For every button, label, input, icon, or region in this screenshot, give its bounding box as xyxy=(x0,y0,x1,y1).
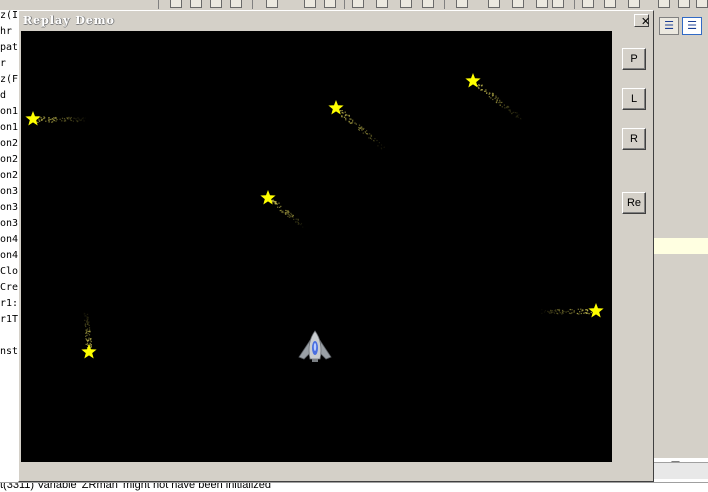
form-icon[interactable] xyxy=(582,0,594,8)
align-left-icon[interactable]: ☰ xyxy=(659,17,679,35)
find-icon[interactable] xyxy=(266,0,278,8)
code-line: on3 xyxy=(0,186,18,197)
code-line: on2 xyxy=(0,154,18,165)
message-bar: t(3311) Variable 'ZRman' might not have … xyxy=(0,482,708,492)
code-line: on4 xyxy=(0,234,18,245)
comet xyxy=(465,73,522,120)
spaceship-icon xyxy=(298,330,332,362)
selected-property-row[interactable] xyxy=(653,238,708,254)
code-line: hr xyxy=(0,26,13,37)
code-line: r1T xyxy=(0,314,18,325)
pause-button[interactable]: P xyxy=(622,48,646,70)
remove-file-icon[interactable] xyxy=(376,0,388,8)
horizontal-scrollbar[interactable] xyxy=(653,462,708,479)
code-line: on1 xyxy=(0,122,18,133)
game-scene xyxy=(21,31,612,462)
code-line: nst xyxy=(0,346,18,357)
stop-icon[interactable] xyxy=(536,0,548,8)
code-line: r xyxy=(0,58,7,69)
comet xyxy=(81,312,97,359)
star-icon xyxy=(25,111,41,126)
ide-right-panel: ☰ ☰ — xyxy=(653,10,708,482)
comet-trail xyxy=(338,110,385,150)
print-icon[interactable] xyxy=(324,0,336,8)
code-line: on1 xyxy=(0,106,18,117)
object-inspector: — xyxy=(653,38,708,479)
code-line: z(I xyxy=(0,10,18,21)
comet-trail xyxy=(270,199,304,228)
code-line: Cre xyxy=(0,282,18,293)
unit-icon[interactable] xyxy=(604,0,616,8)
comet-trail xyxy=(83,312,92,349)
align-center-icon[interactable]: ☰ xyxy=(682,17,702,35)
comet xyxy=(541,303,604,318)
window-titlebar[interactable]: Replay Demo ✕ xyxy=(20,12,652,29)
compiler-warning-text[interactable]: t(3311) Variable 'ZRman' might not have … xyxy=(0,483,271,491)
palette-icon[interactable] xyxy=(658,0,670,8)
code-line: d xyxy=(0,90,7,101)
code-line: on3 xyxy=(0,218,18,229)
star-icon xyxy=(328,100,344,115)
code-line: r1: xyxy=(0,298,18,309)
run-icon[interactable] xyxy=(456,0,468,8)
code-line: z(F xyxy=(0,74,18,85)
format-toolbar: ☰ ☰ xyxy=(653,10,708,39)
left-button[interactable]: L xyxy=(622,88,646,110)
code-editor-gutter: z(I hr pat r z(F d on1 on1 on2 on2 on2 o… xyxy=(0,10,18,482)
right-button[interactable]: R xyxy=(622,128,646,150)
star-icon xyxy=(588,303,604,318)
desktop: z(I hr pat r z(F d on1 on1 on2 on2 on2 o… xyxy=(0,0,708,492)
copy-icon[interactable] xyxy=(210,0,222,8)
comet xyxy=(328,100,385,150)
comet-trail xyxy=(477,84,522,120)
save-icon[interactable] xyxy=(170,0,182,8)
step-icon[interactable] xyxy=(488,0,500,8)
trace-icon[interactable] xyxy=(552,0,564,8)
code-line: on4 xyxy=(0,250,18,261)
code-line: on2 xyxy=(0,138,18,149)
add-file-icon[interactable] xyxy=(352,0,364,8)
close-button[interactable]: ✕ xyxy=(634,14,650,27)
restart-button[interactable]: Re xyxy=(622,192,646,214)
component-icon[interactable] xyxy=(628,0,640,8)
star-icon xyxy=(81,344,97,359)
globe-icon[interactable] xyxy=(422,0,434,8)
code-line: Clo xyxy=(0,266,18,277)
open-icon[interactable] xyxy=(190,0,202,8)
comet-trail xyxy=(541,308,592,315)
code-line: pat xyxy=(0,42,18,53)
package-icon[interactable] xyxy=(678,0,690,8)
check-icon[interactable] xyxy=(400,0,412,8)
cut-icon[interactable] xyxy=(304,0,316,8)
code-line: on3 xyxy=(0,202,18,213)
code-line: on2 xyxy=(0,170,18,181)
help-icon[interactable] xyxy=(696,0,708,8)
star-icon xyxy=(260,190,276,205)
comet xyxy=(260,190,304,228)
comet xyxy=(25,111,86,126)
paste-icon[interactable] xyxy=(230,0,242,8)
comet-trail xyxy=(37,116,86,123)
pause-icon[interactable] xyxy=(512,0,524,8)
replay-demo-window: Replay Demo ✕ P L R Re xyxy=(18,10,654,482)
window-title: Replay Demo xyxy=(23,14,115,27)
game-canvas[interactable] xyxy=(21,31,612,462)
